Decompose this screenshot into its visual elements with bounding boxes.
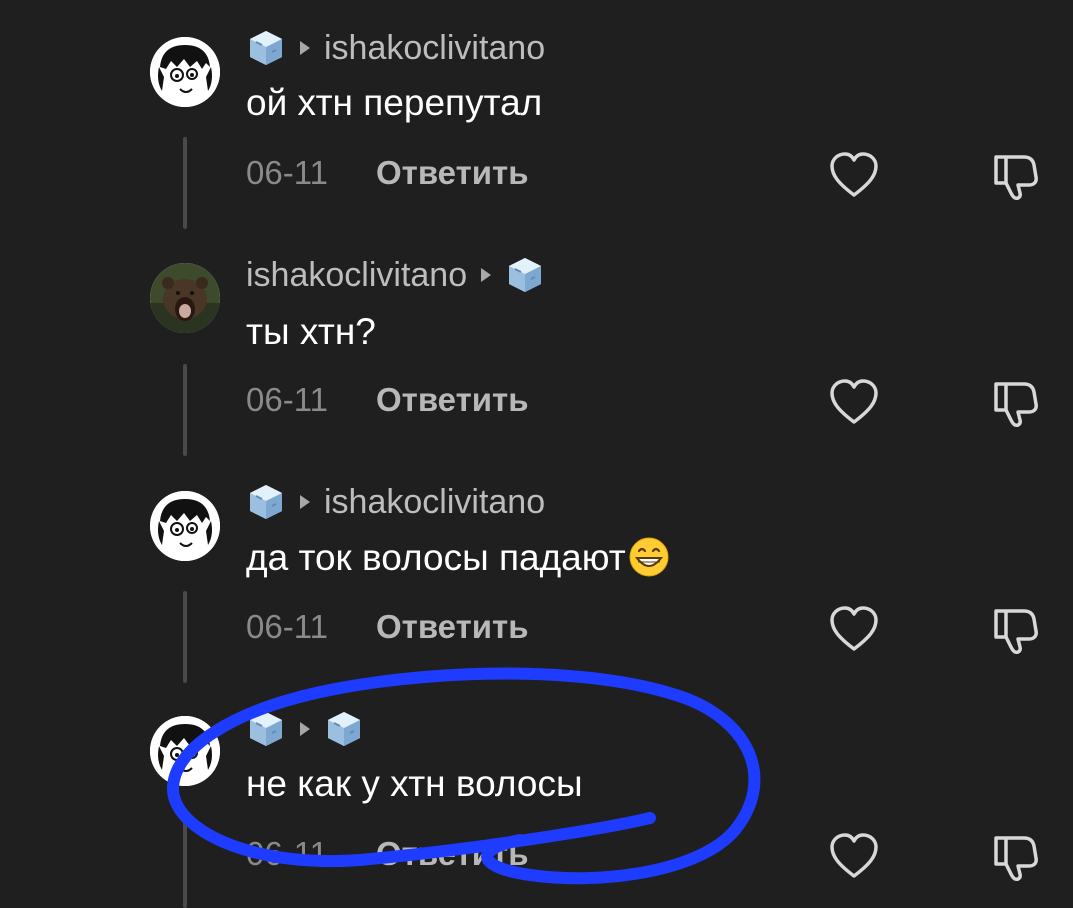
thumbs-down-icon[interactable] [990, 832, 1044, 882]
heart-icon[interactable] [828, 832, 880, 880]
thread-line [183, 591, 187, 683]
username[interactable]: ishakoclivitano [246, 256, 467, 295]
comment-text-content: да ток волосы падают [246, 537, 626, 578]
comment-text: ой хтн перепутал [246, 82, 543, 123]
ice-cube-icon [246, 28, 286, 68]
comment-text: да ток волосы падают [246, 536, 670, 579]
thread-line [183, 364, 187, 456]
triangle-arrow-icon [300, 495, 310, 509]
thread-line [183, 818, 187, 908]
reply-to-username[interactable]: ishakoclivitano [324, 29, 545, 68]
comment-date: 06-11 [246, 608, 328, 645]
ice-cube-icon [246, 709, 286, 749]
thumbs-down-icon[interactable] [990, 378, 1044, 428]
ice-cube-icon [324, 709, 364, 749]
comment-header: ishakoclivitano [246, 28, 545, 68]
comment-header: ishakoclivitano [246, 482, 545, 522]
comment-actions: 06-11 Ответить [246, 380, 529, 420]
user-avatar[interactable] [150, 491, 220, 561]
triangle-arrow-icon [481, 268, 492, 282]
reply-button[interactable]: Ответить [376, 835, 529, 873]
ice-cube-icon [246, 482, 286, 522]
sketch-face-avatar [150, 716, 220, 786]
thumbs-down-icon[interactable] [990, 151, 1044, 201]
comment-date: 06-11 [246, 835, 328, 872]
reply-button[interactable]: Ответить [376, 154, 529, 192]
comment-actions: 06-11 Ответить [246, 834, 529, 874]
comment-date: 06-11 [246, 381, 328, 418]
user-avatar[interactable] [150, 263, 220, 333]
reply-button[interactable]: Ответить [376, 381, 529, 419]
comment-header [246, 709, 364, 749]
comment-header: ishakoclivitano [246, 255, 545, 295]
thread-line [183, 137, 187, 229]
bear-avatar [150, 263, 220, 333]
reply-button[interactable]: Ответить [376, 608, 529, 646]
thumbs-down-icon[interactable] [990, 605, 1044, 655]
comment-actions: 06-11 Ответить [246, 607, 529, 647]
sketch-face-avatar [150, 37, 220, 107]
user-avatar[interactable] [150, 37, 220, 107]
comment-actions: 06-11 Ответить [246, 153, 529, 193]
triangle-arrow-icon [300, 41, 310, 55]
comment-text: ты хтн? [246, 311, 376, 352]
ice-cube-icon [505, 255, 545, 295]
comment-item: ishakoclivitano да ток волосы падают 06-… [0, 454, 1073, 683]
reply-to-username[interactable]: ishakoclivitano [324, 483, 545, 522]
triangle-arrow-icon [300, 722, 310, 736]
sketch-face-avatar [150, 491, 220, 561]
heart-icon[interactable] [828, 151, 880, 199]
grinning-emoji [628, 536, 670, 578]
user-avatar[interactable] [150, 716, 220, 786]
comment-text: не как у хтн волосы [246, 763, 583, 804]
comment-item: ishakoclivitano ты хтн? 06-11 Ответить [0, 227, 1073, 456]
heart-icon[interactable] [828, 378, 880, 426]
comment-item: не как у хтн волосы 06-11 Ответить [0, 681, 1073, 908]
heart-icon[interactable] [828, 605, 880, 653]
comment-item: ishakoclivitano ой хтн перепутал 06-11 О… [0, 0, 1073, 229]
comment-date: 06-11 [246, 154, 328, 191]
